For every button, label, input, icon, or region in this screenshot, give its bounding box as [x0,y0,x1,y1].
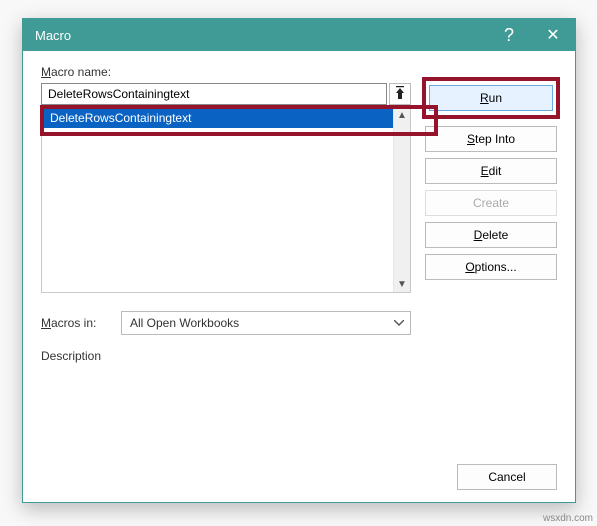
options-button[interactable]: Options... [425,254,557,280]
macros-in-select[interactable]: All Open Workbooks [121,311,411,335]
dialog-content: Macro name: DeleteRowsContainingtext ▲ ▼ [23,51,575,461]
cancel-button[interactable]: Cancel [457,464,557,490]
macro-listbox[interactable]: DeleteRowsContainingtext ▲ ▼ [41,107,411,293]
chevron-down-icon [394,318,404,329]
macros-in-value: All Open Workbooks [130,316,239,330]
list-item[interactable]: DeleteRowsContainingtext [42,108,393,128]
close-button[interactable]: ✕ [531,19,575,51]
macro-name-input[interactable] [41,83,387,105]
highlight-annotation-run: Run [422,77,560,119]
arrow-up-icon [394,86,406,103]
scroll-up-icon[interactable]: ▲ [397,110,407,121]
delete-button[interactable]: Delete [425,222,557,248]
dialog-title: Macro [35,28,71,43]
button-column: Run Step Into Edit Create Delete Options… [425,65,557,451]
description-box [41,367,411,407]
close-icon: ✕ [546,25,559,45]
macros-in-label: Macros in: [41,316,109,330]
macro-dialog: Macro ? ✕ Macro name: [22,18,576,503]
edit-button[interactable]: Edit [425,158,557,184]
description-label: Description [41,349,411,363]
scrollbar[interactable]: ▲ ▼ [393,108,410,292]
scroll-down-icon[interactable]: ▼ [397,279,407,290]
create-button: Create [425,190,557,216]
go-to-button[interactable] [389,83,411,105]
help-button[interactable]: ? [487,19,531,51]
footer: Cancel [457,464,557,490]
titlebar: Macro ? ✕ [23,19,575,51]
step-into-button[interactable]: Step Into [425,126,557,152]
run-button[interactable]: Run [429,85,553,111]
help-icon: ? [504,25,514,46]
macro-name-label: Macro name: [41,65,411,79]
watermark: wsxdn.com [543,513,593,524]
left-column: Macro name: DeleteRowsContainingtext ▲ ▼ [41,65,411,451]
